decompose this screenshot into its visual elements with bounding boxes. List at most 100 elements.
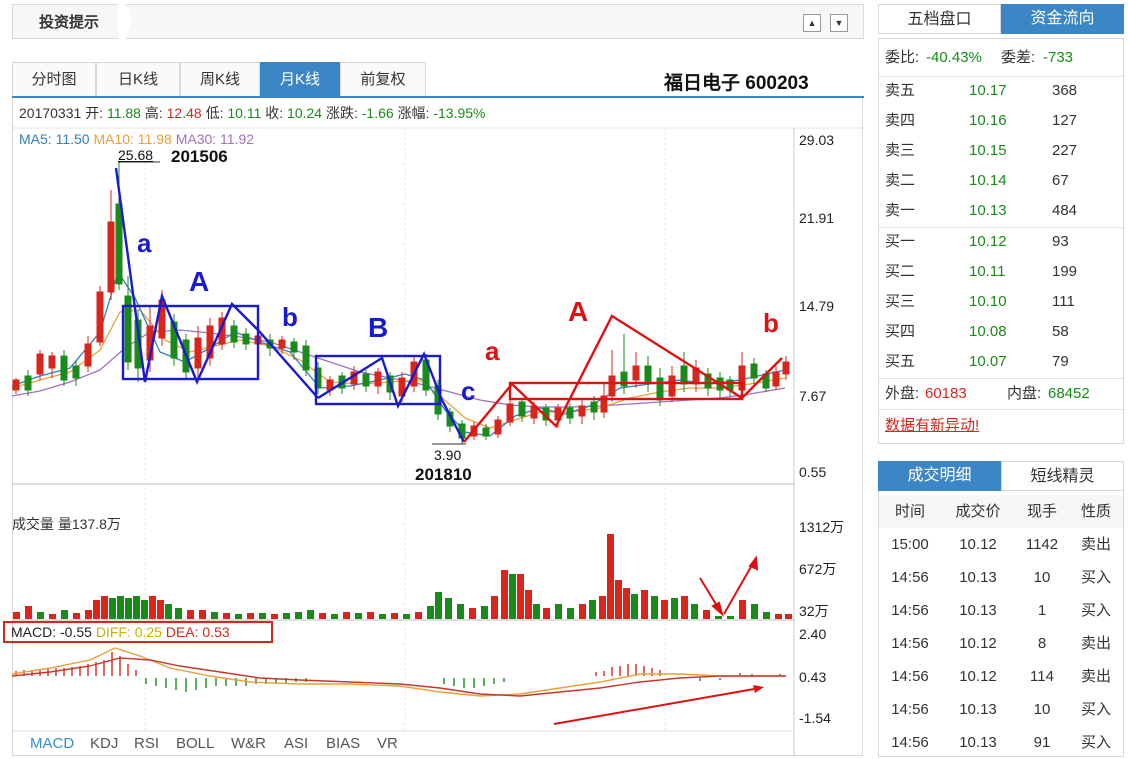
ask-volume: 127 [1052,112,1078,129]
indicator-tab-vr[interactable]: VR [377,735,398,752]
volume-bar [435,592,442,619]
bid-row: 买三 10.10 111 [879,287,1123,317]
col-header-volume: 现手 [1026,503,1057,520]
bid-label: 买五 [885,353,916,370]
candle [60,350,68,386]
trade-price: 10.12 [959,668,997,685]
candle [644,356,652,392]
volume-bar [157,600,164,619]
macd-axis-label: -1.54 [799,710,831,726]
volume-bar [607,534,614,619]
trade-volume: 91 [1033,734,1051,751]
trade-detail-panel: 时间 成交价 现手 性质 15:00 10.12 1142 卖出 14:56 10.13… [878,491,1124,757]
indicator-tab-kdj[interactable]: KDJ [90,735,118,752]
volume-bar [681,596,688,619]
macd-axis-label: 0.43 [799,669,827,685]
candle [656,368,664,406]
volume-bar [727,616,734,619]
volume-bar [211,612,218,619]
alert-link[interactable]: 数据有新异动! [885,414,979,435]
trade-price: 10.13 [959,569,997,586]
bid-row: 买五 10.07 79 [879,347,1123,377]
trade-type: 卖出 [1080,635,1111,652]
ask-label: 卖三 [885,142,916,159]
volume-bar [37,612,44,619]
tab-capital-flow[interactable]: 资金流向 [1001,4,1124,34]
volume-bar [739,600,746,619]
price-axis-label: 7.67 [799,388,827,404]
volume-bar [785,614,792,619]
trade-row: 14:56 10.13 91 买入 [879,726,1123,759]
tab-trade-detail[interactable]: 成交明细 [878,461,1001,491]
indicator-tab-macd[interactable]: MACD [30,735,74,752]
indicator-tab-bias[interactable]: BIAS [326,735,360,752]
volume-bar [579,604,586,619]
ask-row: 卖一 10.13 484 [879,196,1123,226]
candle [620,334,628,394]
volume-bar [533,604,540,619]
volume-bar [343,612,350,619]
weicha-label: 委差: [1001,49,1036,66]
weibi-label: 委比: [885,49,920,66]
arrow-head [753,685,764,693]
volume-bar [73,613,80,619]
bid-volume: 111 [1052,293,1075,310]
bid-row: 买一 10.12 93 [879,227,1123,257]
volume-bar [457,604,464,619]
indicator-tab-rsi[interactable]: RSI [134,735,159,752]
trade-price: 10.13 [959,701,997,718]
trade-price: 10.13 [959,734,997,751]
volume-bar [763,612,770,619]
trade-type: 买入 [1080,701,1111,718]
arrow-head [711,601,724,617]
bid-label: 买二 [885,263,916,280]
col-header-time: 时间 [894,503,925,520]
bid-price: 10.11 [969,263,1006,280]
macd-trend-arrow [553,687,761,725]
ask-price: 10.14 [969,172,1007,189]
trade-price: 10.12 [959,635,997,652]
indicator-tab-asi[interactable]: ASI [284,735,308,752]
volume-bar [445,598,452,619]
volume-bar [25,606,32,619]
candle [680,352,688,392]
candle [482,424,490,440]
tab-short-term-elf[interactable]: 短线精灵 [1001,461,1124,491]
kline-chart-svg [11,127,862,756]
trade-volume: 114 [1030,668,1054,685]
candle [750,358,758,386]
volume-bar [481,606,488,619]
volume-bar [509,574,516,619]
candle [84,336,92,372]
trade-row: 14:56 10.13 1 买入 [879,594,1123,627]
volume-bar [469,608,476,619]
bid-volume: 93 [1052,233,1069,250]
trade-type: 买入 [1080,569,1111,586]
ask-label: 卖二 [885,172,916,189]
volume-bar [187,610,194,619]
trade-price: 10.12 [959,536,997,553]
candle [12,378,20,394]
volume-bar [247,613,254,619]
trade-volume: 8 [1037,635,1047,652]
ask-volume: 484 [1052,202,1078,219]
trade-type: 卖出 [1080,536,1111,553]
tab-order-book[interactable]: 五档盘口 [878,4,1001,34]
volume-bar [199,610,206,619]
indicator-tab-wr[interactable]: W&R [231,735,266,752]
volume-bar [543,608,550,619]
volume-bar [623,588,630,619]
ask-label: 卖一 [885,202,916,219]
volume-bar [671,598,678,619]
bid-price: 10.10 [969,293,1007,310]
volume-bar [283,613,290,619]
volume-axis-label: 672万 [799,561,837,577]
bid-row: 买四 10.08 58 [879,317,1123,347]
candle [302,340,310,376]
wave-label-blue-a: a [137,228,152,258]
trade-type: 卖出 [1080,668,1111,685]
volume-bar [641,590,648,619]
wave-label-red-a: a [485,336,500,366]
volume-bar [651,596,658,619]
indicator-tab-boll[interactable]: BOLL [176,735,214,752]
